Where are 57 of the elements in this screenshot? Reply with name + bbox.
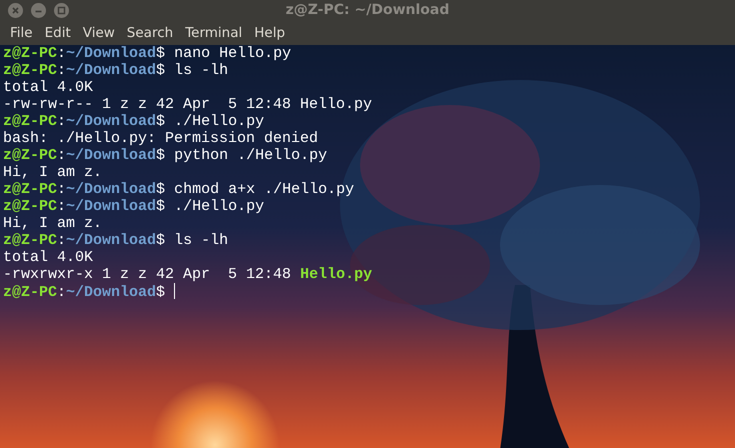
command-text: ./Hello.py (174, 198, 264, 215)
prompt-symbol: $ (156, 181, 166, 198)
prompt-separator: : (57, 147, 66, 164)
prompt-path: ~/Download (66, 113, 156, 130)
command-text: chmod a+x ./Hello.py (174, 181, 354, 198)
prompt-user: z@Z-PC (3, 113, 58, 130)
prompt-user: z@Z-PC (3, 45, 58, 62)
output-text: Hi, I am z. (3, 164, 102, 181)
prompt-separator: : (57, 45, 66, 62)
prompt-separator: : (57, 181, 66, 198)
prompt-user: z@Z-PC (3, 232, 58, 249)
prompt-path: ~/Download (66, 181, 156, 198)
prompt-user: z@Z-PC (3, 284, 58, 301)
prompt-symbol: $ (156, 198, 166, 215)
command-text: ./Hello.py (174, 113, 264, 130)
executable-filename: Hello.py (300, 266, 372, 283)
menu-item[interactable]: Edit (38, 21, 77, 45)
command-text: ls -lh (174, 232, 228, 249)
window-title: z@Z-PC: ~/Download (286, 2, 450, 18)
prompt-separator: : (57, 232, 66, 249)
output-text: total 4.0K (3, 79, 94, 96)
prompt-path: ~/Download (66, 284, 156, 301)
close-icon[interactable] (8, 3, 23, 18)
maximize-icon[interactable] (54, 3, 69, 18)
command-text: python ./Hello.py (174, 147, 328, 164)
output-text: -rw-rw-r-- 1 z z 42 Apr 5 12:48 Hello.py (3, 96, 372, 113)
menu-item[interactable]: File (4, 21, 39, 45)
output-text: total 4.0K (3, 249, 94, 266)
menu-item[interactable]: Terminal (179, 21, 248, 45)
prompt-symbol: $ (156, 232, 166, 249)
output-text: bash: ./Hello.py: Permission denied (3, 130, 318, 147)
prompt-symbol: $ (156, 45, 166, 62)
prompt-symbol: $ (156, 62, 166, 79)
minimize-icon[interactable] (31, 3, 46, 18)
prompt-path: ~/Download (66, 232, 156, 249)
prompt-user: z@Z-PC (3, 181, 58, 198)
prompt-separator: : (57, 284, 66, 301)
prompt-separator: : (57, 113, 66, 130)
prompt-symbol: $ (156, 147, 166, 164)
prompt-symbol: $ (156, 284, 166, 301)
prompt-path: ~/Download (66, 45, 156, 62)
menu-item[interactable]: View (76, 21, 121, 45)
output-text: Hi, I am z. (3, 215, 102, 232)
command-text: nano Hello.py (174, 45, 292, 62)
command-text: ls -lh (174, 62, 228, 79)
prompt-user: z@Z-PC (3, 62, 58, 79)
menu-item[interactable]: Search (120, 21, 180, 45)
prompt-separator: : (57, 198, 66, 215)
prompt-separator: : (57, 62, 66, 79)
prompt-symbol: $ (156, 113, 166, 130)
output-text: -rwxrwxr-x 1 z z 42 Apr 5 12:48 (3, 266, 292, 283)
prompt-user: z@Z-PC (3, 198, 58, 215)
prompt-user: z@Z-PC (3, 147, 58, 164)
prompt-path: ~/Download (66, 147, 156, 164)
menu-item[interactable]: Help (248, 21, 292, 45)
prompt-path: ~/Download (66, 62, 156, 79)
prompt-path: ~/Download (66, 198, 156, 215)
